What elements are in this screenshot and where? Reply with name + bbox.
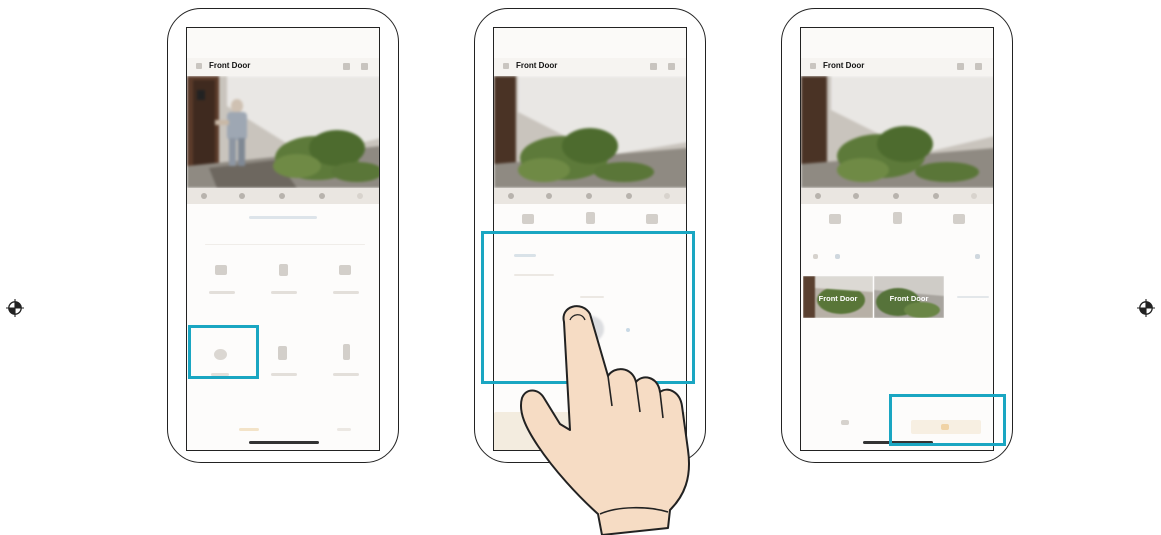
video-control-bar [494,188,686,204]
feature-label [333,291,359,294]
snapshot-icon[interactable] [815,193,821,199]
playback-clip-thumbnail[interactable]: Front Door [803,276,873,318]
mute-icon[interactable] [586,193,592,199]
title-bar: Front Door [801,58,993,76]
microphone-icon[interactable] [343,344,350,360]
lock-icon[interactable] [279,264,288,276]
fullscreen-icon[interactable] [971,193,977,199]
status-text-line [249,216,317,219]
playback-video-view[interactable] [801,76,993,188]
bottom-tab-indicator [239,428,259,431]
playback-clip-thumbnail[interactable]: Front Door [874,276,944,318]
divider [205,244,365,245]
camera-title: Front Door [209,61,251,70]
snapshot-icon[interactable] [201,193,207,199]
fullscreen-icon[interactable] [357,193,363,199]
share-icon[interactable] [343,63,350,70]
video-call-icon[interactable] [829,214,841,224]
settings-icon[interactable] [668,63,675,70]
video-call-icon[interactable] [522,214,534,224]
record-icon[interactable] [546,193,552,199]
share-icon[interactable] [650,63,657,70]
title-bar: Front Door [187,58,379,76]
mute-icon[interactable] [893,193,899,199]
share-icon[interactable] [957,63,964,70]
alarm-icon[interactable] [339,265,351,275]
back-arrow-icon[interactable] [810,63,816,69]
status-bar [187,28,379,58]
snapshot-icon[interactable] [508,193,514,199]
video-frame [494,76,686,188]
video-frame [801,76,993,188]
back-arrow-icon[interactable] [503,63,509,69]
clip-label: Front Door [889,294,929,303]
prev-day-icon[interactable] [813,254,818,259]
title-bar: Front Door [494,58,686,76]
quality-icon[interactable] [933,193,939,199]
phone-screen: Front Door [800,27,994,451]
registration-mark-icon [6,299,24,317]
settings-icon[interactable] [361,63,368,70]
phone-step-3: Front Door Front Door Front Door [781,8,1013,463]
phone-screen: Front Door [186,27,380,451]
fullscreen-icon[interactable] [664,193,670,199]
feature-label [209,291,235,294]
playback-video-view[interactable] [494,76,686,188]
back-arrow-icon[interactable] [196,63,202,69]
record-icon[interactable] [239,193,245,199]
highlight-playback-button [188,325,259,379]
clip-text [957,296,989,298]
home-indicator [249,441,319,444]
record-icon[interactable] [853,193,859,199]
status-bar [494,28,686,58]
quality-icon[interactable] [626,193,632,199]
bottom-tab [841,420,849,425]
video-frame [187,76,379,188]
mute-icon[interactable] [279,193,285,199]
feature-label [271,373,297,376]
clip-label: Front Door [818,294,858,303]
lock-icon[interactable] [586,212,595,224]
camera-title: Front Door [516,61,558,70]
bottom-tab [337,428,351,431]
alarm-icon[interactable] [646,214,658,224]
hand-pointer-icon [520,305,690,535]
camera-title: Front Door [823,61,865,70]
highlight-download-button [889,394,1006,446]
registration-mark-icon [1137,299,1155,317]
phone-step-1: Front Door [167,8,399,463]
live-video-view[interactable] [187,76,379,188]
feature-label [333,373,359,376]
settings-icon[interactable] [975,63,982,70]
calendar-icon[interactable] [835,254,840,259]
lock-icon[interactable] [893,212,902,224]
alarm-icon[interactable] [953,214,965,224]
quality-icon[interactable] [319,193,325,199]
status-bar [801,28,993,58]
next-day-icon[interactable] [975,254,980,259]
feature-label [271,291,297,294]
video-control-bar [801,188,993,204]
device-icon[interactable] [278,346,287,360]
video-call-icon[interactable] [215,265,227,275]
video-control-bar [187,188,379,204]
